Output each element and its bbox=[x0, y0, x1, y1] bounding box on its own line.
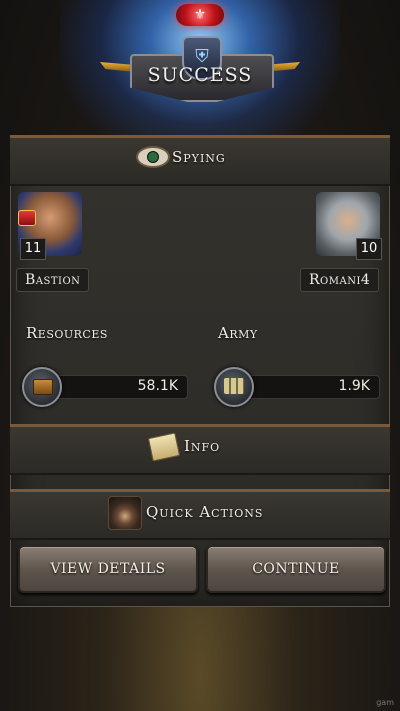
info-title: Info bbox=[184, 437, 221, 455]
attacker-name: Bastion bbox=[16, 268, 90, 292]
target-name: Romani4 bbox=[300, 268, 380, 292]
attacker-level-badge: 11 bbox=[20, 238, 46, 260]
continue-button[interactable]: CONTINUE bbox=[206, 545, 386, 593]
army-value: 1.9K bbox=[338, 378, 370, 394]
corner-watermark: gam bbox=[376, 698, 394, 707]
banner-title: SUCCESS bbox=[147, 64, 253, 86]
resources-value: 58.1K bbox=[137, 378, 178, 394]
target-level-badge: 10 bbox=[356, 238, 382, 260]
hooded-spy-icon bbox=[108, 496, 142, 530]
eye-icon bbox=[136, 146, 170, 168]
crown-icon bbox=[18, 210, 36, 226]
spying-title: Spying bbox=[172, 148, 226, 166]
fleur-gem-icon: ⚜ bbox=[176, 4, 224, 26]
resources-label: Resources bbox=[26, 324, 108, 342]
view-details-button[interactable]: VIEW DETAILS bbox=[18, 545, 198, 593]
quick-actions-title: Quick Actions bbox=[146, 503, 264, 521]
army-label: Army bbox=[218, 324, 258, 342]
chest-icon bbox=[22, 367, 62, 407]
soldiers-icon bbox=[214, 367, 254, 407]
